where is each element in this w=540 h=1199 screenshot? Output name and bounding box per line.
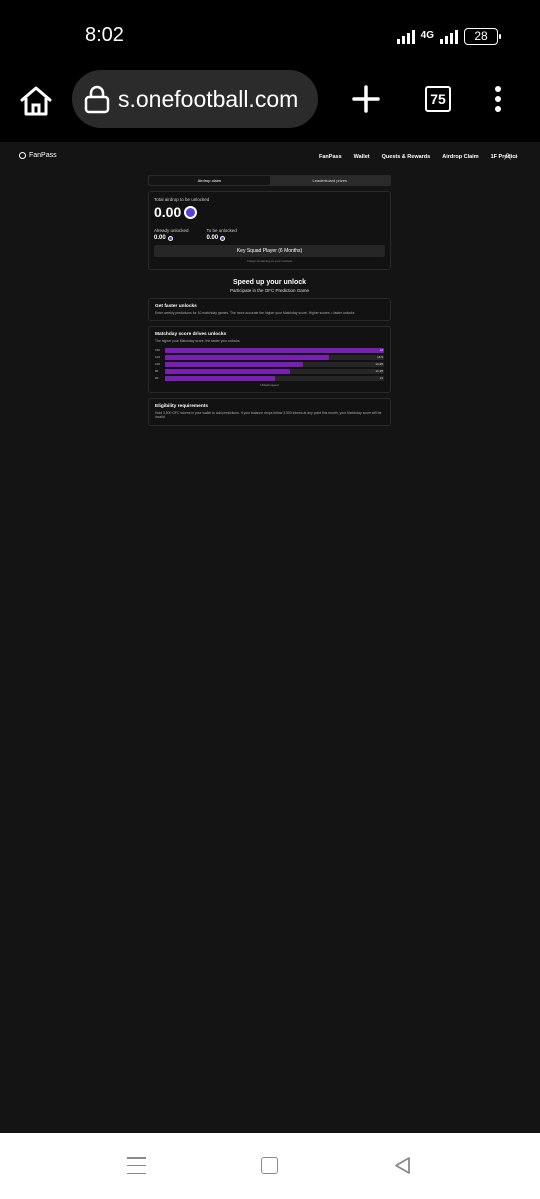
home-icon[interactable] <box>18 83 54 119</box>
faster-unlocks-title: Get faster unlocks <box>155 304 197 309</box>
unlock-speed-track: x1.15 <box>165 368 384 375</box>
unlock-speed-row: 120 x1.5 <box>155 354 384 361</box>
signal-icon-2 <box>440 28 458 44</box>
battery-icon: 28 <box>464 27 501 45</box>
brand-logo[interactable]: FanPass <box>19 152 57 159</box>
unlock-speed-row-label: 60 <box>155 376 159 381</box>
fanpass-logo-icon <box>19 152 26 159</box>
browser-toolbar: s.onefootball.com 75 <box>0 70 540 142</box>
battery-level: 28 <box>474 29 488 43</box>
tab-switcher-button[interactable]: 75 <box>425 86 451 112</box>
overflow-menu-icon[interactable] <box>494 86 502 112</box>
unlock-speed-fill <box>165 347 384 354</box>
unlock-speed-multiplier: x2 <box>379 347 383 352</box>
status-time: 8:02 <box>85 24 124 46</box>
ofc-coin-icon <box>167 235 173 241</box>
network-label: 4G <box>420 30 434 41</box>
to-be-unlocked-amount: 0.00 <box>207 235 237 241</box>
tier-note: 0 days remaining on your contract <box>246 259 293 263</box>
lock-icon <box>84 85 110 114</box>
unlock-speed-track: x1.25 <box>165 361 384 368</box>
already-unlocked-label: Already unlocked <box>154 228 189 233</box>
user-icon <box>504 153 511 160</box>
unlock-speed-fill <box>165 375 275 382</box>
nav-quests[interactable]: Quests & Rewards <box>382 154 431 160</box>
speed-title: Speed up your unlock <box>232 279 307 286</box>
status-bar: 8:02 4G 28 <box>0 0 540 70</box>
matchday-text: The higher your Matchday score, the fast… <box>155 339 240 344</box>
speed-subtitle: Participate in the OFC Prediction Game <box>229 288 310 293</box>
faster-unlocks-card: Get faster unlocks Enter weekly predicti… <box>148 298 391 322</box>
unlock-speed-multiplier: x1 <box>379 375 383 380</box>
web-page: FanPass FanPass Wallet Quests & Rewards … <box>0 142 540 1133</box>
ofc-coin-icon <box>184 205 198 219</box>
tab-leaderboard-prizes[interactable]: Leaderboard prizes <box>270 176 391 185</box>
eligibility-title: Eligibility requirements <box>155 403 209 409</box>
unlock-breakdown: Already unlocked 0.00 To be unlocked 0.0… <box>154 228 385 241</box>
unlock-speed-row-label: 120 <box>155 355 161 360</box>
unlock-speed-multiplier: x1.25 <box>375 361 383 366</box>
total-airdrop-value: 0.00 <box>154 204 182 220</box>
unlock-speed-fill <box>165 361 303 368</box>
to-be-unlocked-value: 0.00 <box>206 235 219 241</box>
already-unlocked-amount: 0.00 <box>154 235 189 241</box>
tab-airdrop-claim[interactable]: Airdrop claim <box>149 176 270 185</box>
url-text: s.onefootball.com <box>118 86 299 112</box>
claim-tabs: Airdrop claim Leaderboard prizes <box>148 175 391 186</box>
unlock-speed-multiplier: x1.15 <box>375 368 383 373</box>
network-indicator: 4G <box>421 31 434 41</box>
signal-icon <box>396 28 415 44</box>
back-icon[interactable] <box>393 1156 411 1175</box>
already-unlocked-value: 0.00 <box>154 235 166 241</box>
unlock-speed-multiplier: x1.5 <box>377 354 383 359</box>
address-bar[interactable]: s.onefootball.com <box>72 70 318 128</box>
unlock-speed-chart: 150 x2 120 x1.5 100 x1.25 80 x1.15 60 x1 <box>155 347 384 382</box>
main-content: Airdrop claim Leaderboard prizes Total a… <box>148 175 391 426</box>
matchday-title: Matchday score drives unlocks <box>155 332 227 338</box>
unlock-speed-fill <box>165 368 290 375</box>
eligibility-card: Eligibility requirements Hold 3,500 OFC … <box>148 397 391 426</box>
matchday-card: Matchday score drives unlocks The higher… <box>148 326 391 393</box>
total-airdrop-amount: 0.00 <box>154 204 385 220</box>
nav-fanpass[interactable]: FanPass <box>319 154 342 160</box>
unlock-speed-row: 60 x1 <box>155 375 384 382</box>
unlock-speed-row-label: 150 <box>155 348 161 353</box>
tier-button[interactable]: Key Squad Player (6 Months) <box>154 245 385 257</box>
unlock-speed-track: x2 <box>165 347 384 354</box>
site-nav-links: FanPass Wallet Quests & Rewards Airdrop … <box>319 154 517 160</box>
airdrop-card: Total airdrop to be unlocked 0.00 Alread… <box>148 191 391 270</box>
eligibility-text: Hold 3,500 OFC tokens in your wallet to … <box>155 410 382 420</box>
to-be-unlocked: To be unlocked 0.00 <box>207 228 237 241</box>
new-tab-icon[interactable] <box>350 83 382 115</box>
status-indicators: 4G 28 <box>396 26 501 46</box>
system-nav-bar <box>0 1133 540 1199</box>
already-unlocked: Already unlocked 0.00 <box>154 228 189 241</box>
unlock-speed-track: x1.5 <box>165 354 384 361</box>
unlock-speed-fill <box>165 354 330 361</box>
nav-airdrop-claim[interactable]: Airdrop Claim <box>442 154 478 160</box>
chevron-down-icon <box>514 155 518 158</box>
total-airdrop-label: Total airdrop to be unlocked <box>154 197 210 202</box>
tab-count: 75 <box>430 91 446 107</box>
site-header: FanPass FanPass Wallet Quests & Rewards … <box>0 152 540 166</box>
unlock-speed-track: x1 <box>165 375 384 382</box>
unlock-speed-caption: Unlock speed <box>260 382 279 387</box>
unlock-speed-row: 80 x1.15 <box>155 368 384 375</box>
brand-name: FanPass <box>29 152 57 159</box>
home-button-icon[interactable] <box>261 1157 278 1174</box>
user-menu[interactable] <box>504 153 518 160</box>
to-be-unlocked-label: To be unlocked <box>206 228 237 233</box>
nav-wallet[interactable]: Wallet <box>354 154 370 160</box>
unlock-speed-row-label: 80 <box>155 369 159 374</box>
unlock-speed-row: 100 x1.25 <box>155 361 384 368</box>
faster-unlocks-text: Enter weekly predictions for 10 matchday… <box>155 311 355 315</box>
unlock-speed-row-label: 100 <box>155 362 161 367</box>
unlock-speed-row: 150 x2 <box>155 347 384 354</box>
recent-apps-icon[interactable] <box>127 1157 146 1174</box>
ofc-coin-icon <box>220 235 226 241</box>
